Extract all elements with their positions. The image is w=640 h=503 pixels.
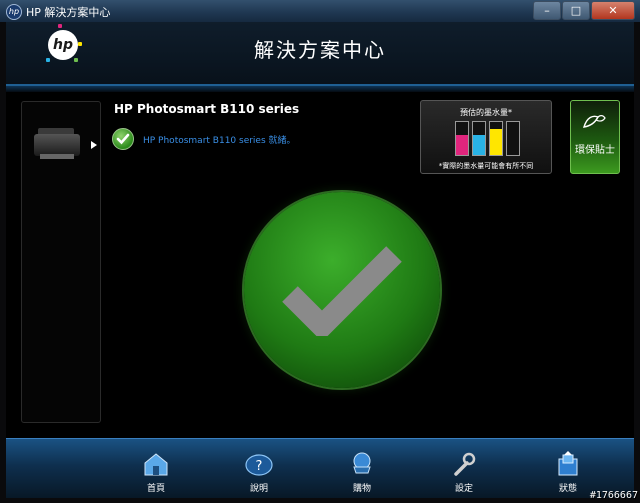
bottom-navigation-bar: 首頁 ? 說明 購物 設定 狀態 [6,438,634,498]
nav-help-label: 說明 [249,484,268,494]
eco-tips-label: 環保貼士 [575,145,615,156]
ink-cartridge-0 [455,121,469,156]
nav-help[interactable]: ? 說明 [229,443,289,495]
ink-cartridge-2 [489,121,503,156]
ink-levels-gauge [455,121,523,156]
watermark: #1766667 [589,490,638,501]
nav-status[interactable]: 狀態 [538,443,598,495]
small-check-icon [116,133,130,145]
hp-solution-center-window: hp HP 解決方案中心 – □ ✕ hp 解決方案中心 HP Photosma… [0,0,640,503]
ink-level-fill [473,134,485,155]
home-icon [144,453,168,476]
selected-device-arrow-icon [91,141,97,149]
minimize-button[interactable]: – [533,1,561,20]
maximize-button[interactable]: □ [562,1,590,20]
device-name: HP Photosmart B110 series [114,102,300,116]
ready-checkmark-icon [112,128,134,150]
nav-home[interactable]: 首頁 [126,443,186,495]
ink-levels-panel[interactable]: 預估的墨水量* *實際的墨水量可能會有所不同 [420,100,552,174]
printer-tray [40,154,74,159]
logo-dot [58,24,62,28]
hp-app-icon: hp [6,4,22,20]
status-icon [558,451,578,476]
ink-levels-note: *實際的墨水量可能會有所不同 [438,162,534,170]
shopping-cart-icon [353,452,371,474]
ink-levels-title: 預估的墨水量* [460,108,512,117]
nav-home-label: 首頁 [146,484,165,494]
header-bar: hp 解決方案中心 [6,22,634,92]
ink-level-fill [456,135,468,155]
leaf-icon [583,115,606,128]
large-check-icon [282,246,402,336]
ink-level-fill [507,153,519,155]
window-controls: – □ ✕ [532,1,635,20]
status-ok-checkmark-icon [244,192,440,388]
ink-cartridge-1 [472,121,486,156]
title-bar[interactable]: hp HP 解決方案中心 – □ ✕ [0,0,640,22]
nav-shopping[interactable]: 購物 [332,443,392,495]
eco-tips-button[interactable]: 環保貼士 [570,100,620,174]
main-content: HP Photosmart B110 series HP Photosmart … [6,92,634,438]
device-status-link[interactable]: HP Photosmart B110 series 就緒。 [143,133,296,146]
ink-cartridge-3 [506,121,520,156]
page-title: 解決方案中心 [254,38,386,62]
printer-device-icon[interactable] [34,124,84,160]
device-list-panel [21,101,101,423]
nav-settings[interactable]: 設定 [434,443,494,495]
wrench-icon [454,452,476,476]
nav-shopping-label: 購物 [352,484,371,494]
svg-text:?: ? [256,459,263,474]
close-button[interactable]: ✕ [591,1,635,20]
help-icon: ? [245,454,273,476]
printer-body [34,134,80,156]
window-title: HP 解決方案中心 [26,6,111,19]
ink-level-fill [490,129,502,155]
nav-settings-label: 設定 [454,484,473,494]
